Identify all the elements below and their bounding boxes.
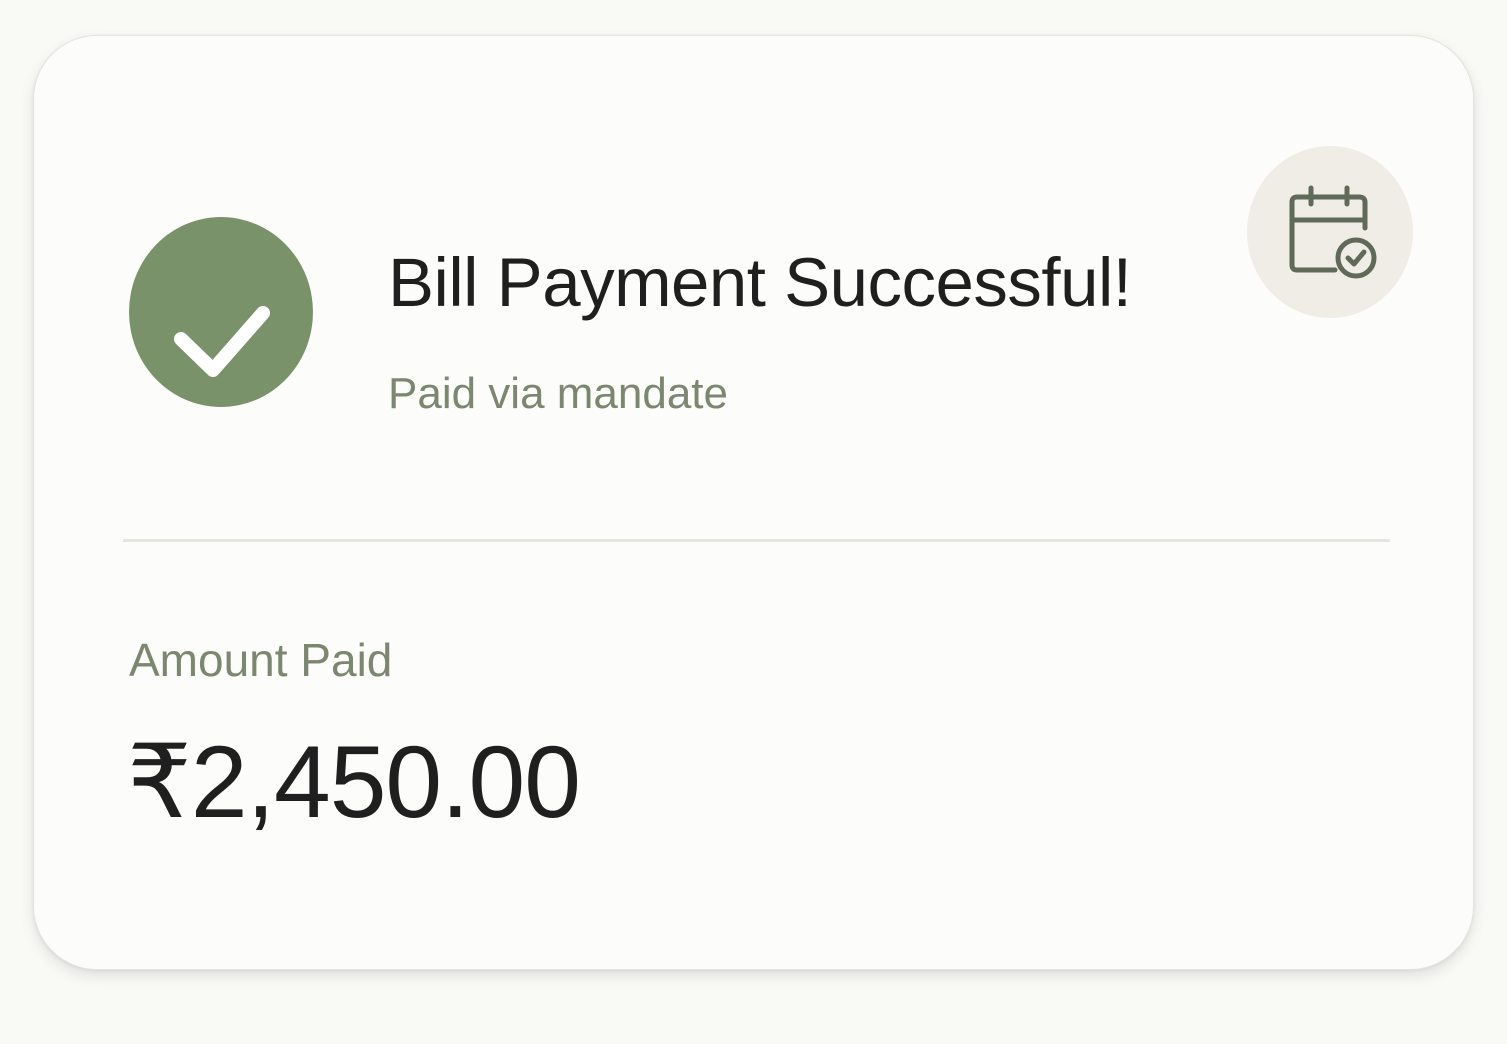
amount-value: ₹2,450.00 <box>127 725 581 839</box>
success-badge <box>129 217 313 407</box>
calendar-check-icon <box>1289 185 1377 279</box>
amount-label: Amount Paid <box>129 634 393 686</box>
page-title: Bill Payment Successful! <box>388 244 1132 321</box>
checkmark-icon <box>174 306 270 377</box>
calendar-button[interactable] <box>1247 146 1413 318</box>
payment-success-card: Bill Payment Successful! Paid via mandat… <box>33 35 1474 970</box>
divider <box>123 539 1390 542</box>
payment-method-text: Paid via mandate <box>388 369 728 418</box>
